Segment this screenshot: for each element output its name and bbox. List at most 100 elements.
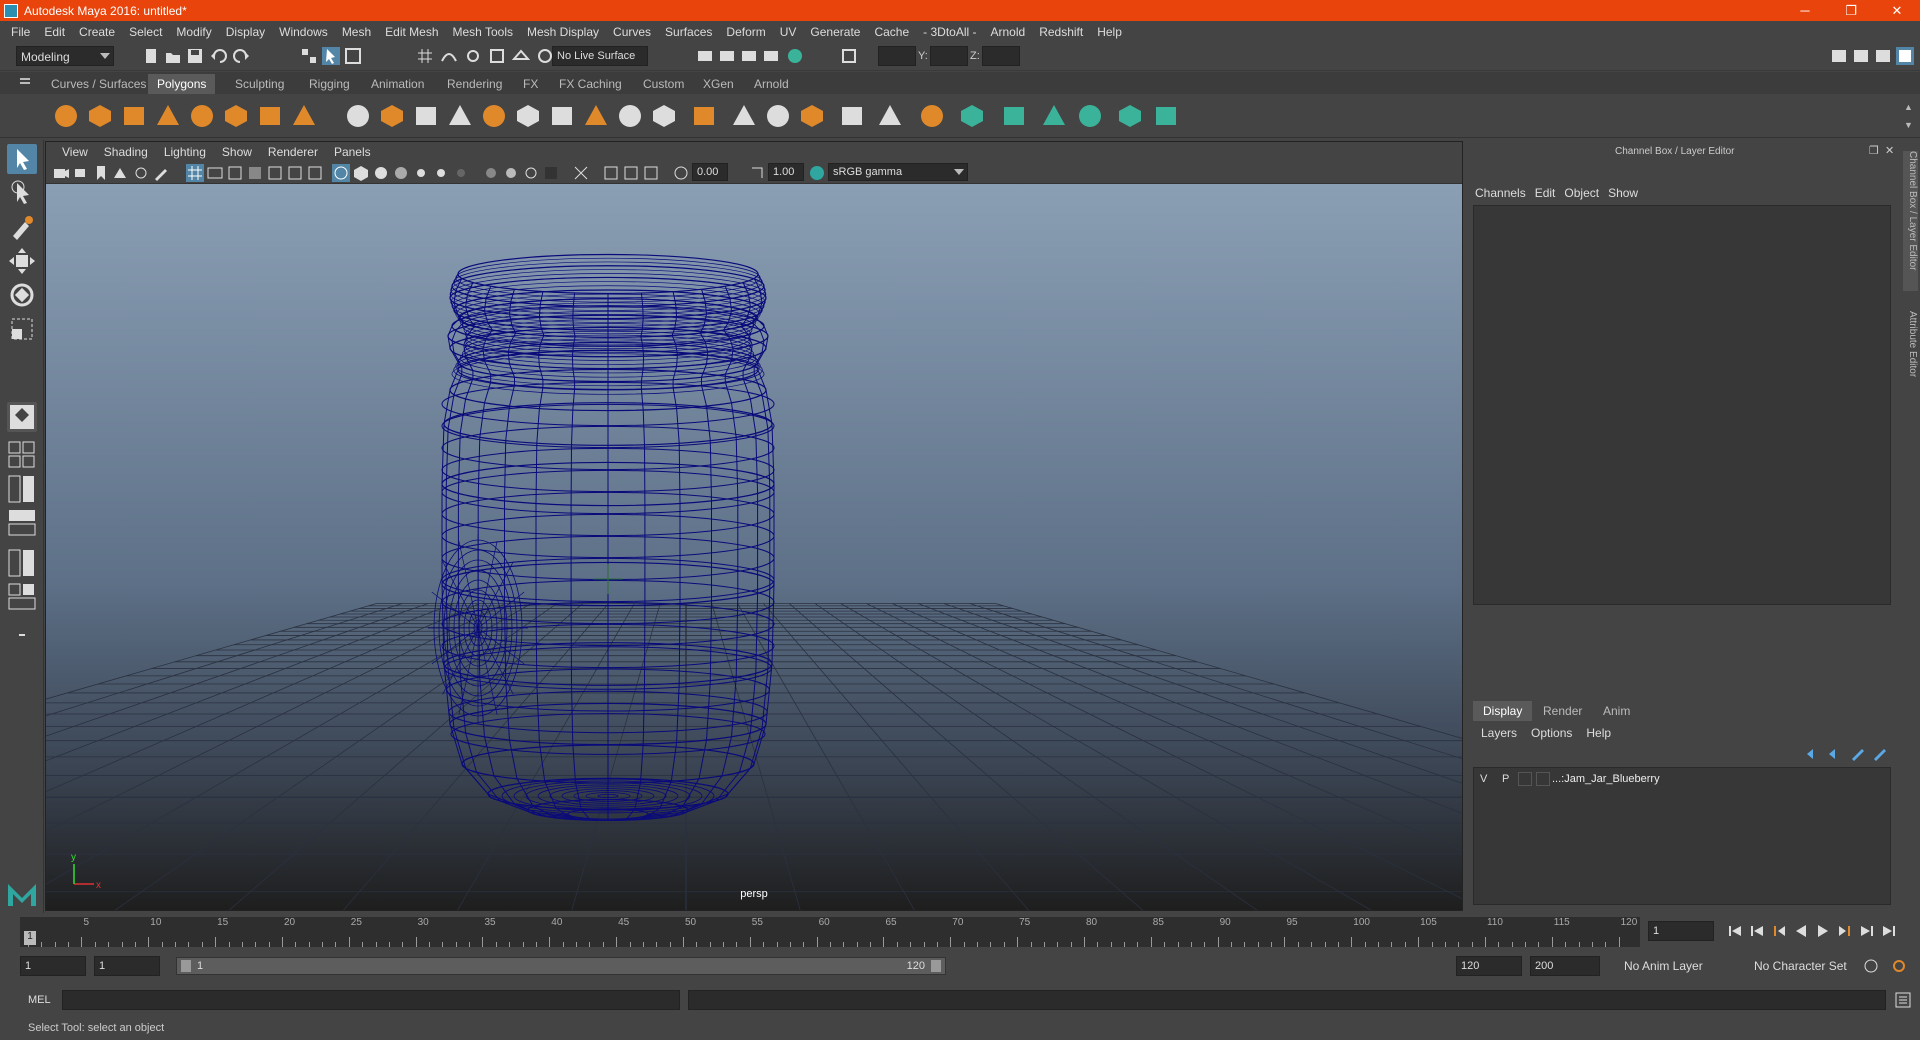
shelf-combine-icon[interactable]: [514, 102, 542, 130]
layer-playback-toggle[interactable]: P: [1502, 773, 1509, 785]
menu-curves[interactable]: Curves: [606, 25, 658, 39]
new-layer-icon[interactable]: [1849, 745, 1867, 763]
shelf-planar-uv-icon[interactable]: [1040, 102, 1068, 130]
shelf-soccer-ball-icon[interactable]: [446, 102, 474, 130]
select-tool-icon[interactable]: [7, 144, 37, 174]
undo-icon[interactable]: [210, 47, 228, 65]
shadows-icon[interactable]: [432, 164, 450, 182]
lasso-tool-icon[interactable]: [7, 178, 37, 208]
menu-create[interactable]: Create: [72, 25, 122, 39]
shelf-cone-icon[interactable]: [154, 102, 182, 130]
toolbox-collapse-icon[interactable]: [7, 620, 37, 650]
select-hierarchy-icon[interactable]: [300, 47, 318, 65]
modeling-toolkit-icon[interactable]: [1830, 47, 1848, 65]
outliner-layout-icon[interactable]: [7, 582, 37, 612]
shelf-tab-xgen[interactable]: XGen: [694, 74, 743, 94]
shelf-fill-hole-icon[interactable]: [798, 102, 826, 130]
animation-start-field[interactable]: 1: [20, 956, 86, 976]
menu-uv[interactable]: UV: [773, 25, 804, 39]
render-settings-icon[interactable]: [762, 47, 780, 65]
four-view-layout-icon[interactable]: [7, 440, 37, 470]
shelf-uv-unfold-icon[interactable]: [1116, 102, 1144, 130]
ipr-render-icon[interactable]: [740, 47, 758, 65]
backface-culling-icon[interactable]: [642, 164, 660, 182]
menu-redshift[interactable]: Redshift: [1032, 25, 1090, 39]
channelbox-menu-edit[interactable]: Edit: [1535, 186, 1565, 200]
step-forward-frame-icon[interactable]: [1836, 922, 1854, 940]
move-tool-icon[interactable]: [7, 246, 37, 276]
command-input[interactable]: [62, 990, 680, 1010]
rotate-tool-icon[interactable]: [7, 280, 37, 310]
layer-menu-options[interactable]: Options: [1531, 726, 1586, 740]
shelf-append-icon[interactable]: [838, 102, 866, 130]
xray-icon[interactable]: [572, 164, 590, 182]
screen-space-ao-icon[interactable]: [452, 164, 470, 182]
new-layer-selected-icon[interactable]: [1871, 745, 1889, 763]
time-slider[interactable]: 5 10 15 20 25 30 35 40 45 50 55 60 65 70 75 80 85 90 95 100…: [0, 913, 1920, 949]
channelbox-menu-show[interactable]: Show: [1608, 186, 1647, 200]
menu-arnold[interactable]: Arnold: [984, 25, 1033, 39]
two-view-layout-icon[interactable]: [7, 474, 37, 504]
camera-icon[interactable]: [52, 164, 70, 182]
select-component-icon[interactable]: [344, 47, 362, 65]
menu-edit[interactable]: Edit: [37, 25, 72, 39]
channel-box-icon[interactable]: [1896, 47, 1914, 65]
layer-row[interactable]: V P ...:Jam_Jar_Blueberry: [1474, 770, 1890, 788]
snap-surface-icon[interactable]: [512, 47, 530, 65]
close-panel-icon[interactable]: ✕: [1885, 144, 1894, 157]
textured-icon[interactable]: [392, 164, 410, 182]
view-transform-dropdown[interactable]: sRGB gamma: [828, 163, 968, 181]
shelf-tab-rigging[interactable]: Rigging: [300, 74, 359, 94]
menu-cache[interactable]: Cache: [867, 25, 916, 39]
menu-mesh-tools[interactable]: Mesh Tools: [446, 25, 520, 39]
jam-jar-wireframe[interactable]: [428, 253, 775, 821]
use-all-lights-icon[interactable]: [412, 164, 430, 182]
save-scene-icon[interactable]: [186, 47, 204, 65]
shelf-scroll-up-icon[interactable]: ▲: [1904, 102, 1913, 112]
shelf-tab-polygons[interactable]: Polygons: [148, 74, 216, 94]
snap-curve-icon[interactable]: [440, 47, 458, 65]
menu-windows[interactable]: Windows: [272, 25, 335, 39]
viewport-menu-panels[interactable]: Panels: [326, 145, 379, 159]
layer-visibility-toggle[interactable]: V: [1480, 773, 1487, 785]
close-button[interactable]: ✕: [1874, 0, 1920, 21]
shelf-auto-uv-icon[interactable]: [1076, 102, 1104, 130]
tab-channel-box-layer-editor[interactable]: Channel Box / Layer Editor: [1903, 151, 1918, 291]
redo-icon[interactable]: [232, 47, 250, 65]
shelf-extract-icon[interactable]: [616, 102, 644, 130]
step-back-frame-icon[interactable]: [1770, 922, 1788, 940]
shelf-quad-draw-icon[interactable]: [958, 102, 986, 130]
color-management-icon[interactable]: [808, 164, 826, 182]
viewport-menu-view[interactable]: View: [54, 145, 96, 159]
character-set-dropdown[interactable]: No Character Set: [1750, 956, 1874, 976]
z-coordinate-field[interactable]: [982, 46, 1020, 66]
safe-action-icon[interactable]: [286, 164, 304, 182]
x-coordinate-field[interactable]: [878, 46, 916, 66]
step-back-key-icon[interactable]: [1748, 922, 1766, 940]
menu-deform[interactable]: Deform: [719, 25, 772, 39]
shelf-platonic-icon[interactable]: [344, 102, 372, 130]
2d-pan-zoom-icon[interactable]: [132, 164, 150, 182]
menu-surfaces[interactable]: Surfaces: [658, 25, 719, 39]
shelf-cube-icon[interactable]: [86, 102, 114, 130]
shelf-plane-icon[interactable]: [188, 102, 216, 130]
shelf-uv-editor-icon[interactable]: [1000, 102, 1028, 130]
field-chart-icon[interactable]: [266, 164, 284, 182]
transform-mode-icon[interactable]: [840, 47, 858, 65]
y-coordinate-field[interactable]: [930, 46, 968, 66]
gamma-field[interactable]: 1.00: [768, 163, 804, 181]
xray-joints-icon[interactable]: [602, 164, 620, 182]
go-to-start-icon[interactable]: [1726, 922, 1744, 940]
shelf-tab-fx[interactable]: FX: [514, 74, 547, 94]
hypershade-icon[interactable]: [786, 47, 804, 65]
anim-layer-dropdown[interactable]: No Anim Layer: [1620, 956, 1744, 976]
gamma-icon[interactable]: [748, 164, 766, 182]
viewport-menu-shading[interactable]: Shading: [96, 145, 156, 159]
paint-select-tool-icon[interactable]: [7, 212, 37, 242]
shelf-tab-rendering[interactable]: Rendering: [438, 74, 511, 94]
shelf-super-shape-icon[interactable]: [378, 102, 406, 130]
grease-pencil-icon[interactable]: [152, 164, 170, 182]
channelbox-menu-channels[interactable]: Channels: [1475, 186, 1535, 200]
play-forwards-icon[interactable]: [1814, 922, 1832, 940]
shelf-separate-icon[interactable]: [548, 102, 576, 130]
